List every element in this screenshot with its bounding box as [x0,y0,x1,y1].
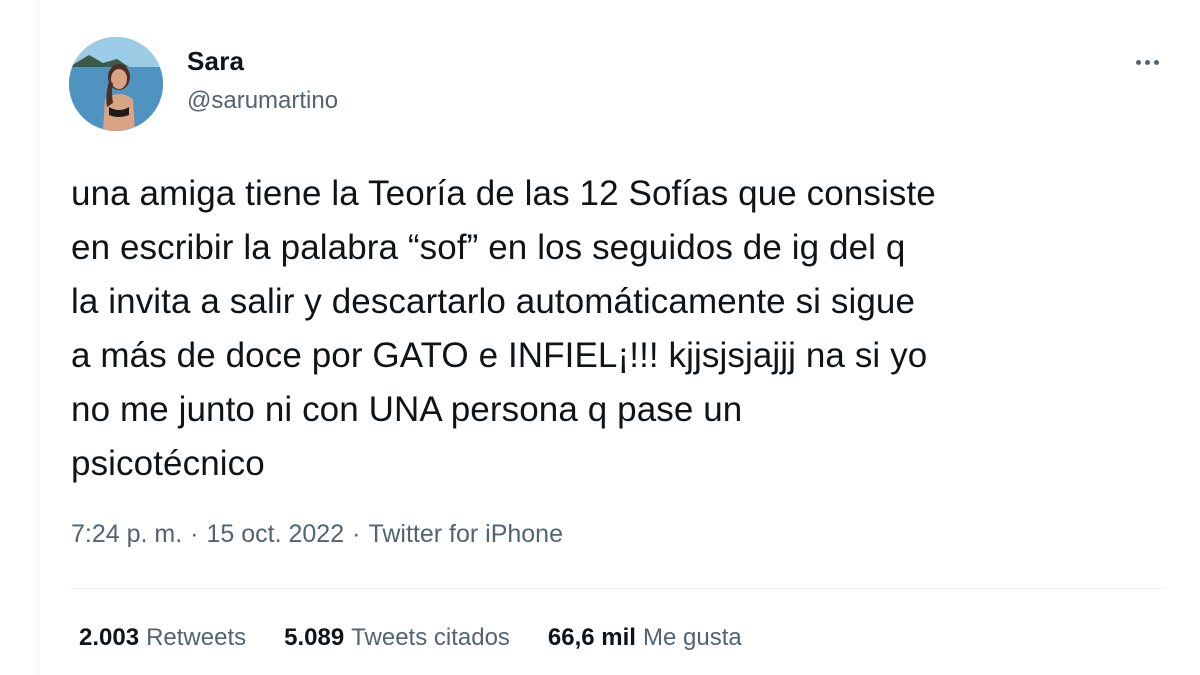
tweet-card: Sara @sarumartino una amiga tiene la Teo… [38,0,1200,675]
tweet-stats: 2.003 Retweets 5.089 Tweets citados 66,6… [79,624,742,652]
avatar[interactable] [69,37,163,131]
meta-separator: · [190,520,199,548]
more-horizontal-icon [1153,59,1159,65]
more-options-button[interactable] [1127,44,1167,80]
stat-value: 2.003 [79,624,140,651]
tweet-text: una amiga tiene la Teoría de las 12 Sofí… [71,174,936,483]
tweet-source[interactable]: Twitter for iPhone [368,520,563,549]
divider [71,588,1167,589]
more-horizontal-icon [1135,59,1141,65]
more-horizontal-icon [1144,59,1150,65]
likes-stat[interactable]: 66,6 mil Me gusta [548,624,742,652]
stat-value: 5.089 [284,624,345,651]
tweet-date[interactable]: 15 oct. 2022 [207,520,345,549]
stat-label: Retweets [146,624,247,651]
author-handle[interactable]: @sarumartino [187,87,338,115]
meta-separator: · [352,520,361,548]
tweet-time[interactable]: 7:24 p. m. [71,520,182,549]
retweets-stat[interactable]: 2.003 Retweets [79,624,246,652]
stat-label: Tweets citados [351,624,510,651]
author-name[interactable]: Sara [187,46,244,77]
avatar-photo-icon [69,37,163,131]
stat-label: Me gusta [642,624,742,651]
quote-tweets-stat[interactable]: 5.089 Tweets citados [284,624,510,652]
tweet-meta: 7:24 p. m. · 15 oct. 2022 · Twitter for … [71,520,563,549]
stat-value: 66,6 mil [547,624,636,651]
